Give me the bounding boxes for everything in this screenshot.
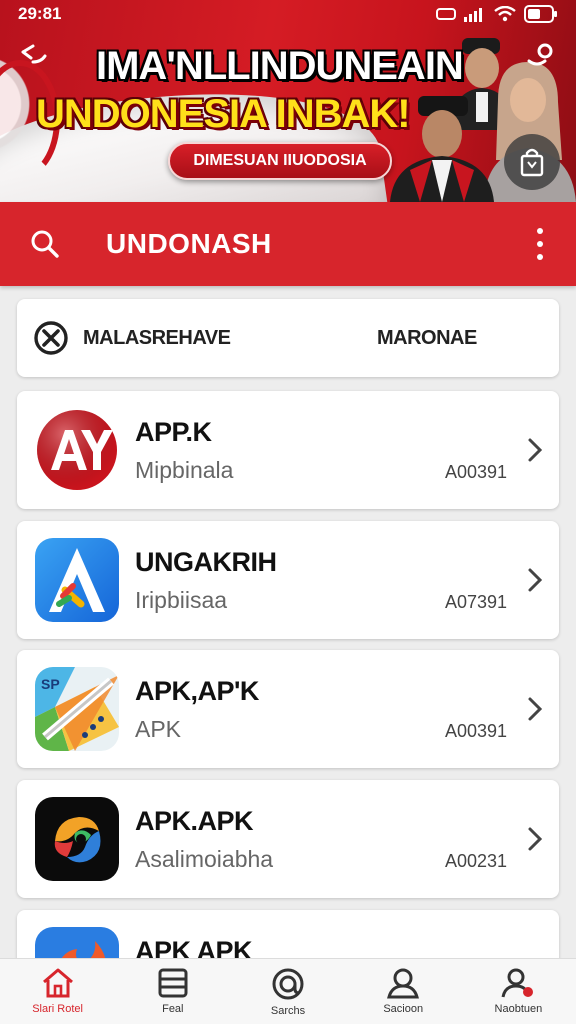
close-circle-icon[interactable] <box>33 320 69 356</box>
nav-label: Feal <box>162 1003 184 1015</box>
search-icon[interactable] <box>30 228 62 260</box>
home-icon <box>42 968 73 998</box>
app-title: APP.K <box>135 417 212 447</box>
banner-cta-button[interactable]: DIMESUAN IIUODOSIA <box>168 142 392 180</box>
app-list-item[interactable]: APP.K Mipbinala A00391 <box>17 391 559 509</box>
status-icons <box>436 5 558 23</box>
shopping-bag-button[interactable] <box>504 134 560 190</box>
stack-icon <box>158 968 188 998</box>
chevron-right-icon[interactable] <box>523 566 547 594</box>
nav-item-search[interactable]: Sarchs <box>230 959 345 1024</box>
app-screen: 29:81 IMA'NLLINDUNEAIN UNDONESIA INBAK! … <box>0 0 576 1024</box>
color-swirl-logo-icon <box>35 797 119 881</box>
svg-text:SP: SP <box>41 676 60 692</box>
nav-label: Slari Rotel <box>32 1003 83 1015</box>
filter-label: MALASREHAVE <box>83 326 231 349</box>
status-bar: 29:81 <box>0 0 576 28</box>
nav-item-feal[interactable]: Feal <box>115 959 230 1024</box>
app-subtitle: Asalimoiabha <box>135 846 274 872</box>
bottom-navigation: Slari Rotel Feal Sarchs Sacioon Naobtuen <box>0 958 576 1024</box>
app-title: APK,AP'K <box>135 676 259 706</box>
at-search-icon <box>272 968 304 1000</box>
signal-icon <box>464 8 482 22</box>
more-options-icon[interactable] <box>534 228 546 260</box>
filter-value[interactable]: MARONAE <box>377 327 477 350</box>
app-subtitle: Mipbinala <box>135 457 234 483</box>
search-bar[interactable]: UNDONASH <box>0 202 576 286</box>
map-logo-icon: SP <box>35 667 119 751</box>
notification-user-icon <box>501 968 534 998</box>
app-title: UNGAKRIH <box>135 547 277 577</box>
shopping-bag-icon <box>520 148 544 177</box>
ay-logo-icon <box>35 408 119 492</box>
nav-item-notifications[interactable]: Naobtuen <box>461 959 576 1024</box>
promo-banner[interactable]: 29:81 IMA'NLLINDUNEAIN UNDONESIA INBAK! … <box>0 0 576 202</box>
link-share-icon[interactable] <box>522 38 558 74</box>
nav-label: Sacioon <box>383 1003 424 1015</box>
profile-icon <box>387 968 420 999</box>
app-title: APK.APK <box>135 806 254 836</box>
status-time: 29:81 <box>18 4 62 23</box>
filter-row[interactable]: MALASREHAVE MARONAE <box>17 299 559 377</box>
app-list-item[interactable]: SP APK,AP'K APK A00391 <box>17 650 559 768</box>
nav-item-sacioon[interactable]: Sacioon <box>346 959 461 1024</box>
app-code: A00231 <box>445 851 508 871</box>
app-code: A00391 <box>445 462 508 482</box>
app-code: A00391 <box>445 721 508 741</box>
chevron-right-icon[interactable] <box>523 436 547 464</box>
app-list-item[interactable]: APK.APK Asalimoiabha A00231 <box>17 780 559 898</box>
app-list-item[interactable]: UNGAKRIH Iripbiisaa A07391 <box>17 521 559 639</box>
nav-label: Sarchs <box>270 1005 306 1017</box>
alarm-icon <box>436 8 456 20</box>
a-triangle-logo-icon <box>35 538 119 622</box>
nav-item-home[interactable]: Slari Rotel <box>0 959 115 1024</box>
search-input[interactable]: UNDONASH <box>106 228 534 260</box>
banner-subheadline: UNDONESIA INBAK! <box>36 92 411 136</box>
share-icon[interactable] <box>16 38 52 74</box>
wifi-icon <box>494 6 516 22</box>
banner-headline: IMA'NLLINDUNEAIN <box>96 44 464 88</box>
app-subtitle: APK <box>135 716 182 742</box>
app-subtitle: Iripbiisaa <box>135 587 228 613</box>
app-code: A07391 <box>445 592 508 612</box>
chevron-right-icon[interactable] <box>523 825 547 853</box>
chevron-right-icon[interactable] <box>523 695 547 723</box>
battery-icon <box>524 5 557 23</box>
nav-label: Naobtuen <box>494 1003 543 1015</box>
